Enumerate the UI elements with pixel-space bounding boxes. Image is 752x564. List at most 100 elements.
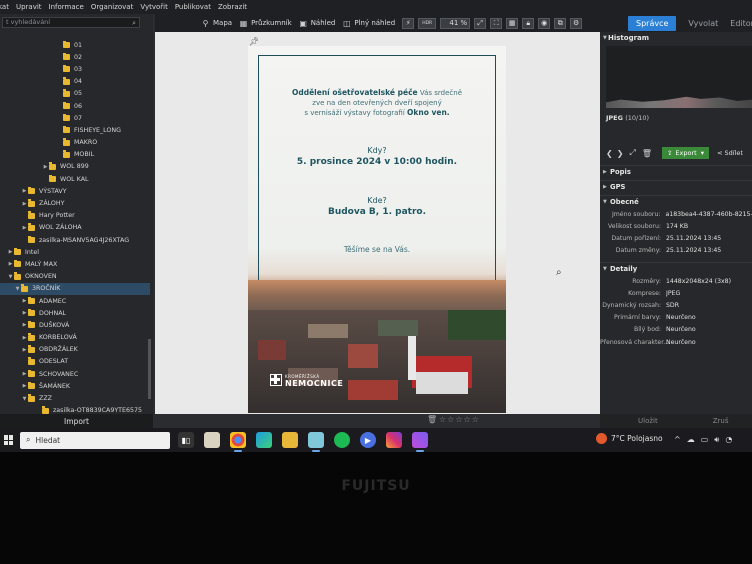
- menu-item-vytvorit[interactable]: Vytvořit: [140, 3, 167, 11]
- delete-icon[interactable]: 🗑︎: [642, 149, 652, 158]
- menu-item-upravit[interactable]: Upravit: [16, 3, 42, 11]
- folder-tree-item[interactable]: ▶ ADAMEC: [0, 295, 150, 307]
- network-icon[interactable]: ▭: [701, 435, 709, 445]
- folder-tree-item[interactable]: ▼ 3ROČNÍK: [0, 282, 150, 295]
- collapsed-arrow-icon[interactable]: ▶: [21, 335, 28, 341]
- tab-manager[interactable]: Správce: [628, 15, 677, 31]
- sidebar-scrollbar[interactable]: [148, 339, 151, 399]
- expanded-arrow-icon[interactable]: ▼: [14, 286, 21, 292]
- collapsed-arrow-icon[interactable]: ▶: [7, 249, 14, 255]
- folder-tree-item[interactable]: ▶ DUŠKOVÁ: [0, 319, 150, 331]
- folder-tree-item[interactable]: ▶ MALÝ MAX: [0, 258, 150, 270]
- collapsed-arrow-icon[interactable]: ▶: [7, 261, 14, 267]
- fullscreen-icon[interactable]: ⛶: [490, 17, 503, 29]
- grid-icon[interactable]: ▦: [506, 17, 519, 29]
- cloud-icon[interactable]: ☁: [687, 435, 695, 445]
- folder-tree-item[interactable]: ▶ WOL ZÁLOHA: [0, 222, 150, 234]
- folder-tree-item[interactable]: 01: [0, 39, 150, 51]
- volume-icon[interactable]: 🔊︎: [714, 435, 719, 445]
- taskbar-search-input[interactable]: ⌕ Hledat: [20, 431, 170, 449]
- compare-icon[interactable]: ⧉: [554, 17, 567, 29]
- save-button[interactable]: Uložit: [638, 417, 658, 425]
- rating-stars[interactable]: ☆☆☆☆☆: [439, 415, 480, 424]
- lock-icon[interactable]: 🔒︎: [522, 17, 535, 29]
- section-general[interactable]: ▼ Obecné: [600, 195, 752, 207]
- edge-icon[interactable]: [256, 432, 272, 448]
- develop-quick-icon[interactable]: ⚡: [402, 17, 415, 29]
- preview-button[interactable]: ▣ Náhled: [299, 19, 335, 28]
- histogram-header[interactable]: ▼ Histogram: [600, 32, 752, 44]
- folder-tree-item[interactable]: ▼ OKNOVEN: [0, 271, 150, 283]
- task-view-icon[interactable]: ▮▯: [178, 432, 194, 448]
- settings-icon[interactable]: ⚙: [570, 17, 583, 29]
- folder-tree-item[interactable]: ODESLAT: [0, 356, 150, 368]
- collapsed-arrow-icon[interactable]: ▶: [21, 188, 28, 194]
- instagram-icon[interactable]: [386, 432, 402, 448]
- folder-tree-item[interactable]: zasilka-MSANV5AG4J26XTAG: [0, 234, 150, 246]
- folder-tree-item[interactable]: MOBIL: [0, 149, 150, 161]
- tab-editor[interactable]: Editor: [730, 19, 752, 28]
- folder-tree-item[interactable]: 06: [0, 100, 150, 112]
- search-icon[interactable]: ⌕: [132, 19, 136, 28]
- expand-icon[interactable]: ⤢: [629, 148, 635, 158]
- info-icon[interactable]: ◉: [538, 17, 551, 29]
- collapsed-arrow-icon[interactable]: ▶: [21, 371, 28, 377]
- menu-item-informace[interactable]: Informace: [49, 3, 84, 11]
- map-button[interactable]: ⚲ Mapa: [201, 19, 233, 28]
- folder-tree-item[interactable]: ▶ Intel: [0, 246, 150, 258]
- folder-tree-item[interactable]: ▶ ZÁLOHY: [0, 197, 150, 209]
- collapsed-arrow-icon[interactable]: ▶: [21, 201, 28, 207]
- store-icon[interactable]: [204, 432, 220, 448]
- export-button[interactable]: ⇪ Export ▾: [661, 147, 709, 159]
- folder-tree-item[interactable]: ▶ OBDRŽÁLEK: [0, 344, 150, 356]
- file-explorer-icon[interactable]: [282, 432, 298, 448]
- folder-tree-item[interactable]: WOL KAL: [0, 173, 150, 185]
- messenger-icon[interactable]: [412, 432, 428, 452]
- menu-item-katalog[interactable]: kat: [0, 3, 9, 11]
- collapsed-arrow-icon[interactable]: ▶: [21, 298, 28, 304]
- fit-icon[interactable]: ⤢: [474, 17, 487, 29]
- wifi-icon[interactable]: ◔: [725, 435, 732, 445]
- folder-tree-item[interactable]: 03: [0, 63, 150, 75]
- collapsed-arrow-icon[interactable]: ▶: [21, 310, 28, 316]
- prev-icon[interactable]: ❮: [606, 149, 613, 158]
- collapsed-arrow-icon[interactable]: ▶: [21, 322, 28, 328]
- folder-tree-item[interactable]: ▶ WOL 899: [0, 161, 150, 173]
- pin-icon[interactable]: 📌︎: [249, 37, 259, 46]
- windows-start-icon[interactable]: [4, 435, 14, 445]
- chrome-icon[interactable]: [230, 432, 246, 452]
- folder-tree-item[interactable]: FISHEYE_LONG: [0, 124, 150, 136]
- tab-develop[interactable]: Vyvolat: [688, 19, 718, 28]
- folder-tree-item[interactable]: Hary Potter: [0, 210, 150, 222]
- collapsed-arrow-icon[interactable]: ▶: [21, 225, 28, 231]
- media-player-icon[interactable]: ▶: [360, 432, 376, 448]
- collapsed-arrow-icon[interactable]: ▶: [42, 164, 49, 170]
- menu-item-publikovat[interactable]: Publikovat: [175, 3, 211, 11]
- folder-tree-item[interactable]: ▶ VÝSTAVY: [0, 185, 150, 197]
- collapsed-arrow-icon[interactable]: ▶: [21, 347, 28, 353]
- folder-tree-item[interactable]: 05: [0, 88, 150, 100]
- zoom-field[interactable]: 41 %: [440, 17, 471, 29]
- collapsed-arrow-icon[interactable]: ▶: [21, 383, 28, 389]
- section-gps[interactable]: ▶ GPS: [600, 180, 752, 192]
- folder-tree-item[interactable]: ▶ SCHOVANEC: [0, 368, 150, 380]
- folder-tree-item[interactable]: MAKRO: [0, 137, 150, 149]
- chevron-up-icon[interactable]: ^: [674, 435, 681, 445]
- folder-tree-item[interactable]: ▶ KORBELOVÁ: [0, 332, 150, 344]
- section-popis[interactable]: ▶ Popis: [600, 165, 752, 177]
- zoner-studio-icon[interactable]: [308, 432, 324, 452]
- weather-widget[interactable]: 7°C Polojasno: [596, 433, 663, 444]
- section-details[interactable]: ▼ Detaily: [600, 262, 752, 274]
- folder-tree-item[interactable]: 02: [0, 51, 150, 63]
- folder-tree-item[interactable]: ▶ DOHNAL: [0, 307, 150, 319]
- full-preview-button[interactable]: ◫ Plný náhled: [342, 19, 395, 28]
- menu-item-zobrazit[interactable]: Zobrazit: [218, 3, 247, 11]
- cancel-button[interactable]: Zruš: [713, 417, 729, 425]
- folder-tree-item[interactable]: ▼ ZZZ: [0, 392, 150, 404]
- image-viewer[interactable]: 📌︎ Oddělení ošetřovatelské péče Vás srde…: [155, 32, 600, 428]
- share-button[interactable]: ⋖ Sdílet: [717, 149, 743, 157]
- folder-tree-item[interactable]: ▶ ŠAMÁNEK: [0, 380, 150, 392]
- import-button[interactable]: Import: [0, 414, 153, 428]
- explorer-button[interactable]: ▦ Průzkumník: [239, 19, 292, 28]
- spotify-icon[interactable]: [334, 432, 350, 448]
